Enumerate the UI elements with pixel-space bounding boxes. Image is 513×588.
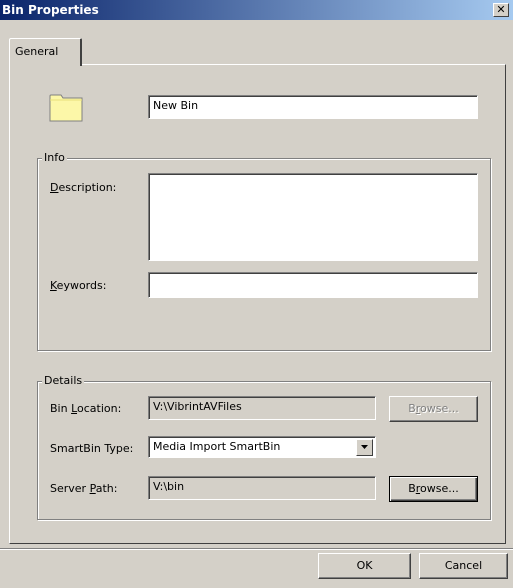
server-path-field: V:\bin (148, 476, 376, 500)
bin-name-input[interactable]: New Bin (148, 95, 478, 119)
browse-server-path-button[interactable]: Browse... (389, 476, 478, 502)
folder-icon (49, 94, 83, 122)
tab-general[interactable]: General (9, 38, 82, 66)
footer-separator (0, 548, 513, 550)
chevron-down-icon (361, 445, 368, 449)
cancel-button[interactable]: Cancel (419, 553, 508, 579)
smartbin-type-select[interactable]: Media Import SmartBin (148, 436, 376, 458)
description-label: Description: (50, 181, 117, 194)
description-field[interactable] (148, 173, 478, 261)
keywords-label: Keywords: (50, 279, 107, 292)
title-bar[interactable]: Bin Properties ✕ (0, 0, 513, 20)
info-group-title: Info (42, 151, 67, 164)
close-icon: ✕ (496, 3, 506, 16)
keywords-field[interactable] (148, 272, 478, 298)
close-button[interactable]: ✕ (493, 3, 509, 17)
server-path-label: Server Path: (50, 482, 118, 495)
dropdown-arrow-button[interactable] (356, 439, 373, 456)
bin-location-field: V:\VibrintAVFiles (148, 396, 376, 420)
details-group-title: Details (42, 374, 85, 387)
smartbin-type-label: SmartBin Type: (50, 442, 134, 455)
ok-button[interactable]: OK (318, 553, 411, 579)
bin-location-label: Bin Location: (50, 402, 122, 415)
smartbin-type-value: Media Import SmartBin (153, 440, 281, 453)
window-title: Bin Properties (2, 3, 99, 17)
browse-bin-location-button[interactable]: Browse... (389, 396, 478, 422)
tab-general-label: General (15, 45, 59, 58)
